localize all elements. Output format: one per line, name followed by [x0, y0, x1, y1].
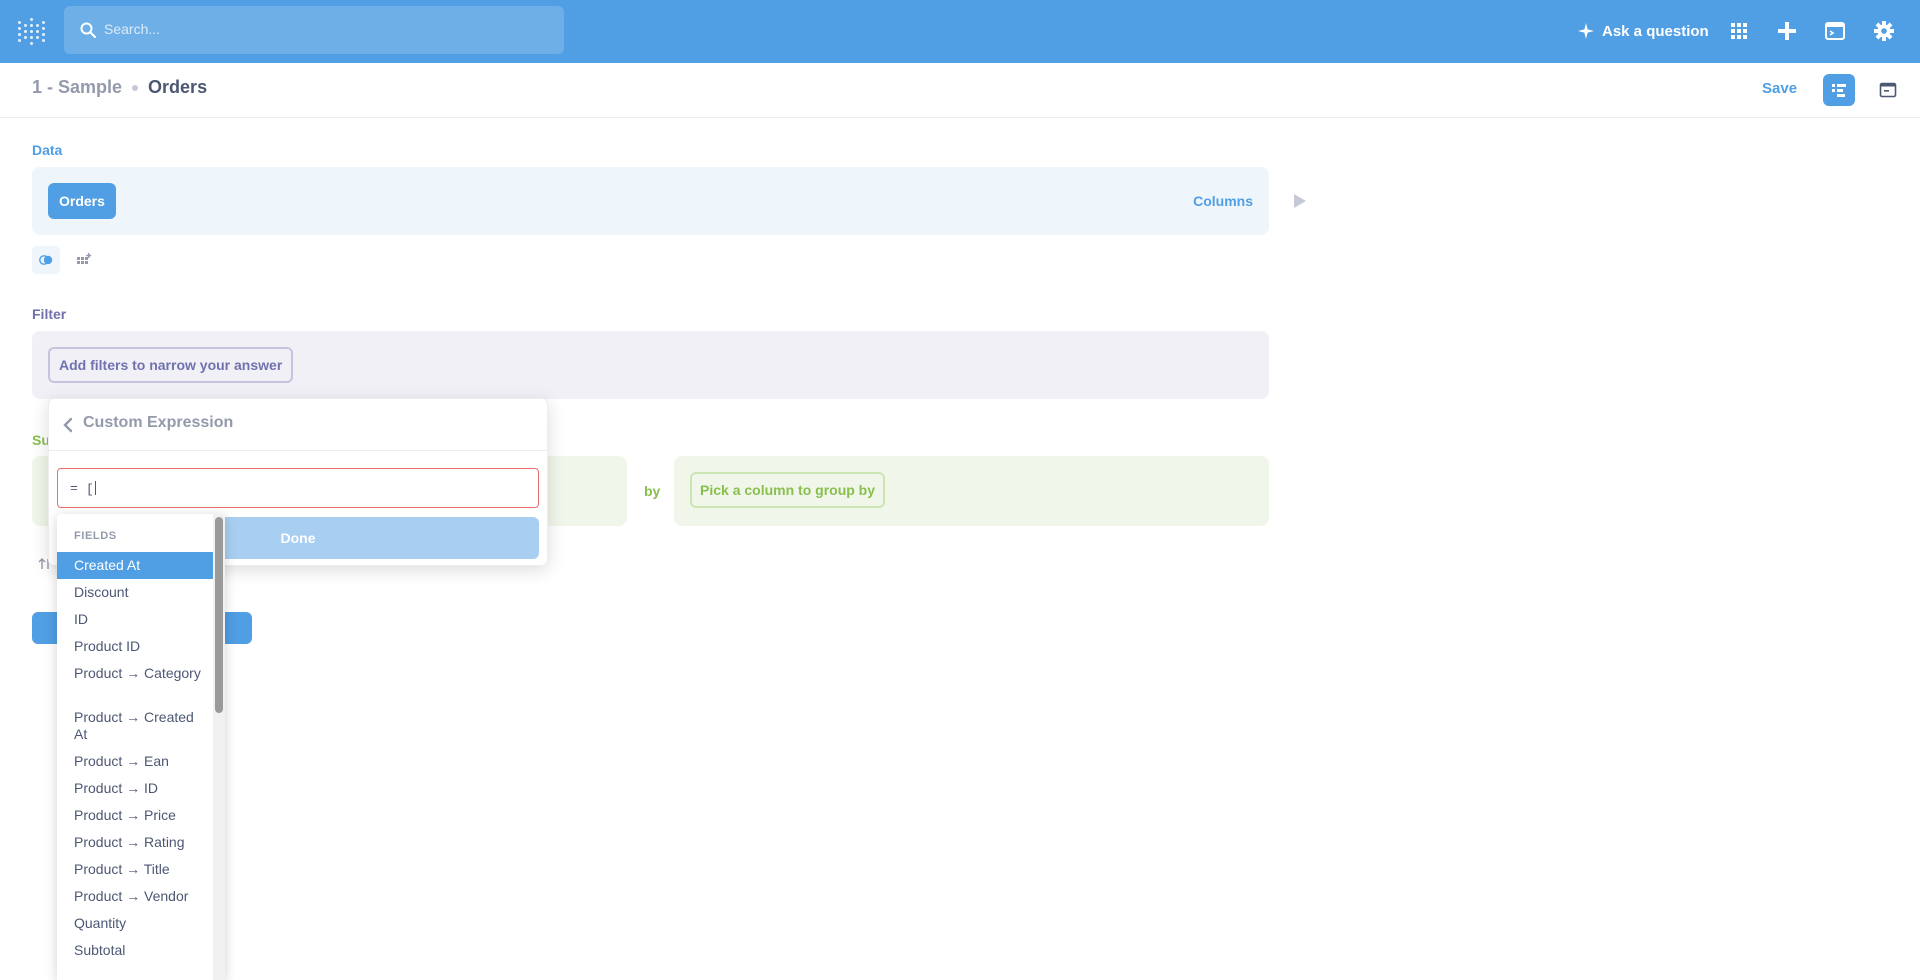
expression-suggestions-list: FIELDS Created At Discount ID Product ID… — [57, 514, 225, 980]
popover-title: Custom Expression — [83, 414, 234, 431]
suggestions-scrollbar[interactable] — [213, 514, 225, 980]
sql-view-button[interactable] — [1872, 74, 1904, 106]
top-navbar: Search... Ask a question — [0, 0, 1920, 63]
search-input[interactable]: Search... — [64, 6, 564, 54]
suggestion-item[interactable]: Subtotal — [57, 937, 213, 964]
scrollbar-thumb[interactable] — [215, 517, 223, 713]
ask-question-button[interactable]: Ask a question — [1578, 20, 1709, 42]
grid-icon[interactable] — [1728, 20, 1750, 42]
data-source-pill[interactable]: Orders — [48, 183, 116, 219]
ask-question-label: Ask a question — [1602, 22, 1709, 40]
data-step: Orders Columns — [32, 167, 1269, 235]
join-toggle-button[interactable] — [32, 246, 60, 274]
breadcrumb-database[interactable]: 1 - Sample — [32, 77, 122, 98]
terminal-icon[interactable] — [1824, 20, 1846, 42]
suggestion-item[interactable]: Product → ID — [57, 775, 213, 802]
by-label: by — [644, 483, 661, 499]
filter-section-label: Filter — [32, 306, 67, 322]
suggestions-heading: FIELDS — [74, 530, 117, 542]
metabase-logo-icon[interactable] — [18, 18, 46, 45]
query-header: 1 - Sample Orders Save — [0, 63, 1920, 118]
notebook-icon — [1832, 84, 1846, 97]
expression-value: [ — [86, 482, 94, 497]
suggestion-item[interactable]: ID — [57, 606, 213, 633]
save-button[interactable]: Save — [1762, 80, 1797, 97]
suggestion-item[interactable]: Product → Created At — [57, 704, 213, 748]
suggestion-item[interactable]: Product → Ean — [57, 748, 213, 775]
suggestion-item[interactable]: Product → Category — [57, 660, 213, 687]
breadcrumb: 1 - Sample Orders — [32, 77, 207, 98]
add-filter-button[interactable]: Add filters to narrow your answer — [48, 347, 294, 383]
add-column-icon — [77, 253, 92, 264]
suggestion-item[interactable]: Product → Vendor — [57, 883, 213, 910]
expression-equals: = — [70, 481, 78, 496]
breadcrumb-separator — [132, 84, 139, 91]
suggestion-item[interactable]: Quantity — [57, 910, 213, 937]
notebook-toggle-button[interactable] — [1823, 74, 1855, 106]
group-by-step: Pick a column to group by — [674, 456, 1269, 526]
breadcrumb-table[interactable]: Orders — [148, 77, 207, 98]
join-icon — [39, 255, 53, 265]
console-icon — [1879, 82, 1897, 98]
text-caret — [94, 481, 96, 495]
data-section-label: Data — [32, 142, 63, 158]
columns-button[interactable]: Columns — [1193, 193, 1253, 209]
plus-icon[interactable] — [1776, 20, 1798, 42]
suggestion-item[interactable]: Created At — [57, 552, 213, 579]
search-placeholder: Search... — [104, 21, 161, 37]
gear-icon[interactable] — [1873, 20, 1895, 42]
preview-play-icon[interactable] — [1294, 194, 1306, 208]
chevron-left-icon — [63, 417, 73, 433]
suggestion-item[interactable]: Discount — [57, 579, 213, 606]
suggestion-item[interactable]: Product ID — [57, 633, 213, 660]
group-by-button[interactable]: Pick a column to group by — [690, 472, 886, 508]
search-icon — [80, 22, 96, 38]
expression-editor-input[interactable]: = [ — [57, 468, 539, 508]
popover-back-button[interactable]: Custom Expression — [49, 399, 547, 451]
suggestion-item[interactable]: Product → Title — [57, 856, 213, 883]
sparkle-icon — [1578, 23, 1594, 39]
custom-column-button[interactable] — [70, 246, 98, 274]
suggestion-item[interactable]: Product → Rating — [57, 829, 213, 856]
suggestion-item[interactable]: Product → Price — [57, 802, 213, 829]
filter-step: Add filters to narrow your answer — [32, 331, 1269, 399]
